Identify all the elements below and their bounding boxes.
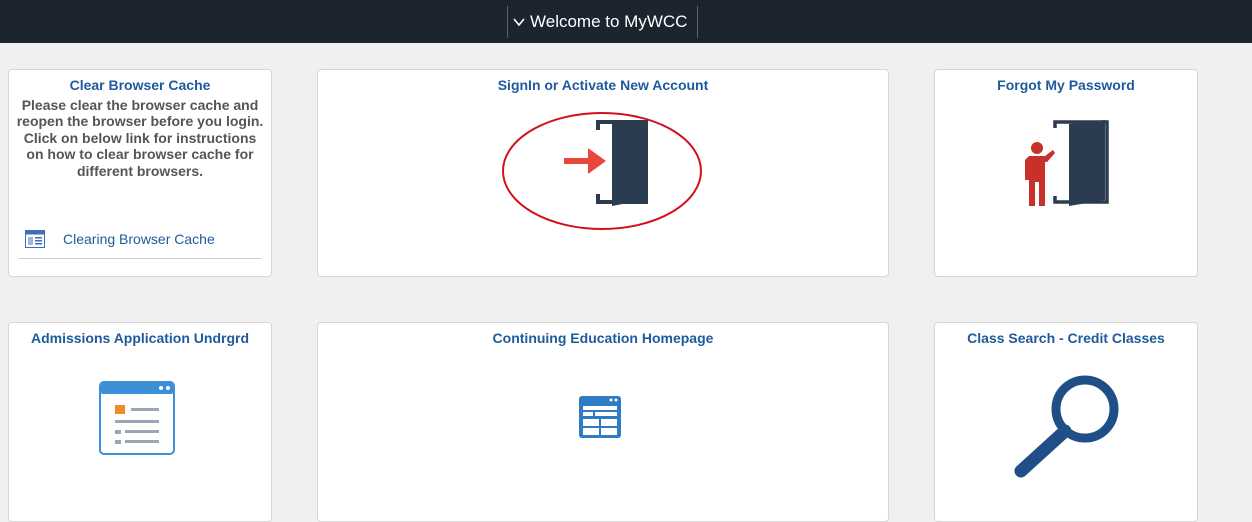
tile-continuing-education[interactable]: Continuing Education Homepage <box>317 322 889 522</box>
top-header-bar: Welcome to MyWCC <box>0 0 1252 43</box>
clearing-browser-cache-link[interactable]: Clearing Browser Cache <box>63 231 215 247</box>
application-form-icon <box>99 381 175 455</box>
chevron-down-icon <box>513 18 525 27</box>
page-title: Welcome to MyWCC <box>530 12 688 31</box>
tile-title: Continuing Education Homepage <box>492 330 714 346</box>
cache-instructions-text: Please clear the browser cache and reope… <box>16 97 264 179</box>
page-title-dropdown[interactable]: Welcome to MyWCC <box>507 6 699 38</box>
cache-link-row[interactable]: Clearing Browser Cache <box>19 220 261 259</box>
homepage-layout-icon <box>579 396 621 438</box>
tile-title: Class Search - Credit Classes <box>967 330 1165 346</box>
tile-clear-browser-cache: Clear Browser Cache Please clear the bro… <box>8 69 272 277</box>
tile-admissions-application[interactable]: Admissions Application Undrgrd <box>8 322 272 522</box>
tile-class-search[interactable]: Class Search - Credit Classes <box>934 322 1198 522</box>
tile-forgot-password[interactable]: Forgot My Password <box>934 69 1198 277</box>
tile-title: SignIn or Activate New Account <box>497 77 709 93</box>
tile-title: Clear Browser Cache <box>69 77 211 93</box>
tile-title: Admissions Application Undrgrd <box>30 330 250 346</box>
tile-signin-activate[interactable]: SignIn or Activate New Account <box>317 69 889 277</box>
highlight-ellipse <box>502 112 702 230</box>
tile-title: Forgot My Password <box>997 77 1135 93</box>
person-door-icon <box>1025 120 1109 206</box>
magnifier-icon <box>1014 375 1119 478</box>
web-page-icon <box>25 230 45 248</box>
